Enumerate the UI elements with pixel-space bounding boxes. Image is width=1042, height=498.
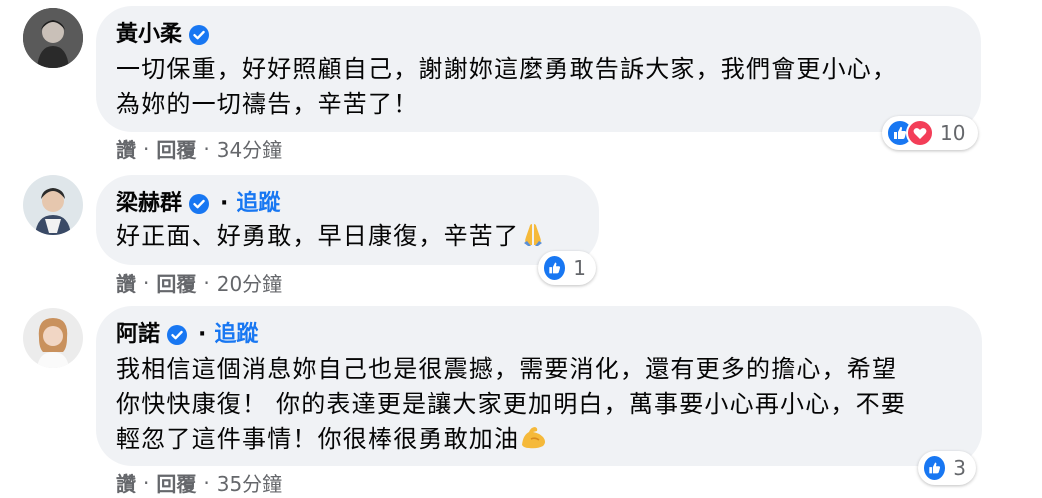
separator: · bbox=[220, 191, 229, 216]
timestamp[interactable]: 34分鐘 bbox=[217, 134, 282, 163]
follow-button[interactable]: 追蹤 bbox=[214, 320, 258, 350]
like-icon bbox=[922, 454, 948, 482]
author-name[interactable]: 黃小柔 bbox=[116, 20, 182, 50]
reaction-summary[interactable]: 10 bbox=[882, 116, 978, 150]
separator: · bbox=[198, 322, 207, 347]
verified-badge-icon bbox=[188, 193, 210, 215]
folded-hands-icon bbox=[519, 220, 547, 258]
comment-line: 為妳的一切禱告，辛苦了！ bbox=[116, 90, 419, 118]
reaction-count: 1 bbox=[573, 256, 586, 280]
separator: · bbox=[143, 270, 150, 295]
reaction-count: 3 bbox=[953, 456, 966, 480]
author-name[interactable]: 梁赫群 bbox=[116, 189, 182, 219]
avatar[interactable] bbox=[23, 308, 83, 368]
avatar[interactable] bbox=[23, 175, 83, 235]
separator: · bbox=[203, 270, 210, 295]
timestamp[interactable]: 35分鐘 bbox=[217, 468, 282, 497]
comment-bubble: 阿諾 · 追蹤 我相信這個消息妳自己也是很震撼，需要消化，還有更多的擔心，希望 … bbox=[96, 306, 982, 466]
comment-actions: 讚 · 回覆 · 35分鐘 bbox=[116, 468, 282, 497]
timestamp[interactable]: 20分鐘 bbox=[217, 268, 282, 297]
comment-text: 好正面、好勇敢，早日康復，辛苦了 bbox=[116, 219, 547, 258]
separator: · bbox=[143, 136, 150, 161]
like-button[interactable]: 讚 bbox=[116, 134, 136, 163]
reply-button[interactable]: 回覆 bbox=[156, 134, 196, 163]
like-button[interactable]: 讚 bbox=[116, 268, 136, 297]
comment-text: 一切保重，好好照顧自己，謝謝妳這麼勇敢告訴大家，我們會更小心， 為妳的一切禱告，… bbox=[116, 52, 897, 122]
reaction-summary[interactable]: 1 bbox=[538, 251, 596, 285]
comment-actions: 讚 · 回覆 · 34分鐘 bbox=[116, 134, 282, 163]
comment-actions: 讚 · 回覆 · 20分鐘 bbox=[116, 268, 282, 297]
love-icon bbox=[906, 119, 934, 147]
comment-line: 你快快康復！ 你的表達更是讓大家更加明白，萬事要小心再小心，不要 bbox=[116, 390, 907, 418]
comment-line: 一切保重，好好照顧自己，謝謝妳這麼勇敢告訴大家，我們會更小心， bbox=[116, 55, 898, 83]
comment-bubble: 梁赫群 · 追蹤 好正面、好勇敢，早日康復，辛苦了 bbox=[96, 175, 599, 265]
comment-bubble: 黃小柔 一切保重，好好照顧自己，謝謝妳這麼勇敢告訴大家，我們會更小心， 為妳的一… bbox=[96, 6, 981, 132]
reply-button[interactable]: 回覆 bbox=[156, 268, 196, 297]
comment-text: 我相信這個消息妳自己也是很震撼，需要消化，還有更多的擔心，希望 你快快康復！ 你… bbox=[116, 352, 906, 461]
follow-button[interactable]: 追蹤 bbox=[236, 189, 280, 219]
flexed-biceps-icon bbox=[519, 423, 549, 461]
like-button[interactable]: 讚 bbox=[116, 468, 136, 497]
comment-line: 輕忽了這件事情！你很棒很勇敢加油 bbox=[116, 425, 520, 453]
avatar[interactable] bbox=[23, 8, 83, 68]
comment-line: 好正面、好勇敢，早日康復，辛苦了 bbox=[116, 222, 520, 250]
verified-badge-icon bbox=[166, 324, 188, 346]
reaction-summary[interactable]: 3 bbox=[918, 451, 976, 485]
separator: · bbox=[203, 470, 210, 495]
like-icon bbox=[542, 254, 568, 282]
reply-button[interactable]: 回覆 bbox=[156, 468, 196, 497]
author-name[interactable]: 阿諾 bbox=[116, 320, 160, 350]
reaction-count: 10 bbox=[940, 121, 966, 145]
verified-badge-icon bbox=[188, 24, 210, 46]
separator: · bbox=[143, 470, 150, 495]
comment-line: 我相信這個消息妳自己也是很震撼，需要消化，還有更多的擔心，希望 bbox=[116, 355, 898, 383]
separator: · bbox=[203, 136, 210, 161]
